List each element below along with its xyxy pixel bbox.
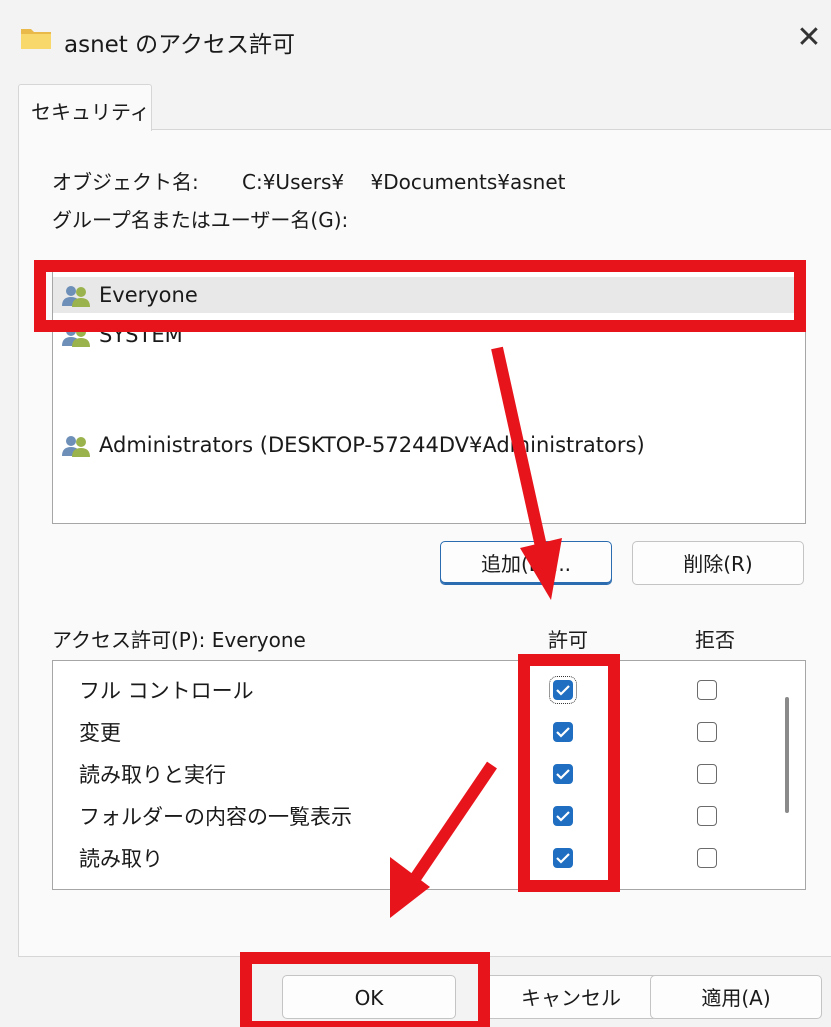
permission-name: フォルダーの内容の一覧表示 [79,805,352,829]
list-item-system[interactable]: SYSTEM [53,317,805,353]
list-item-administrators[interactable]: Administrators (DESKTOP-57244DV¥Administ… [53,427,805,463]
object-name-label: オブジェクト名: [52,170,199,194]
list-item-label: Administrators (DESKTOP-57244DV¥Administ… [99,433,645,457]
allow-checkbox[interactable] [553,848,573,868]
list-item-label: SYSTEM [99,323,183,347]
permission-row-read: 読み取り [53,837,773,877]
users-icon [62,286,90,307]
deny-checkbox[interactable] [697,764,717,784]
ok-button[interactable]: OK [282,975,456,1019]
cancel-button[interactable]: キャンセル [484,975,658,1019]
permission-row-modify: 変更 [53,711,773,751]
object-path: C:¥Users¥ ¥Documents¥asnet [242,170,566,194]
permission-row-list-folder: フォルダーの内容の一覧表示 [53,795,773,835]
permission-name: 変更 [79,721,121,745]
deny-checkbox[interactable] [697,806,717,826]
window-title: asnet のアクセス許可 [64,32,295,58]
permissions-label: アクセス許可(P): Everyone [52,628,306,652]
group-user-list[interactable]: Everyone SYSTEM Administrators (DESKTOP-… [52,262,806,524]
apply-button[interactable]: 適用(A) [650,975,822,1019]
deny-column-header: 拒否 [695,628,735,652]
allow-checkbox[interactable] [553,764,573,784]
group-list-label: グループ名またはユーザー名(G): [52,208,349,232]
permission-name: 読み取りと実行 [79,763,226,787]
tab-security[interactable]: セキュリティ [18,84,152,131]
users-icon [62,436,90,457]
allow-checkbox[interactable] [553,806,573,826]
remove-button[interactable]: 削除(R) [632,541,804,585]
allow-checkbox[interactable] [549,676,577,704]
allow-column-header: 許可 [548,628,588,652]
close-button[interactable]: ✕ [791,20,827,56]
tab-security-label: セキュリティ [31,100,150,124]
allow-checkbox[interactable] [553,722,573,742]
deny-checkbox[interactable] [697,680,717,700]
permissions-scrollbar[interactable] [785,697,789,813]
permission-name: フル コントロール [79,679,254,703]
list-item-everyone[interactable]: Everyone [53,277,805,313]
title-bar: asnet のアクセス許可 ✕ [0,0,831,80]
add-button[interactable]: 追加(D)... [440,541,612,585]
permission-row-full-control: フル コントロール [53,669,773,709]
folder-icon [21,29,51,49]
permissions-list[interactable]: フル コントロール 変更 読み取りと実行 フォルダーの内容の一覧表示 読み取り [52,660,806,890]
deny-checkbox[interactable] [697,722,717,742]
permission-name: 読み取り [79,847,163,871]
users-icon [62,326,90,347]
list-item-label: Everyone [99,283,198,307]
permission-row-read-execute: 読み取りと実行 [53,753,773,793]
deny-checkbox[interactable] [697,848,717,868]
